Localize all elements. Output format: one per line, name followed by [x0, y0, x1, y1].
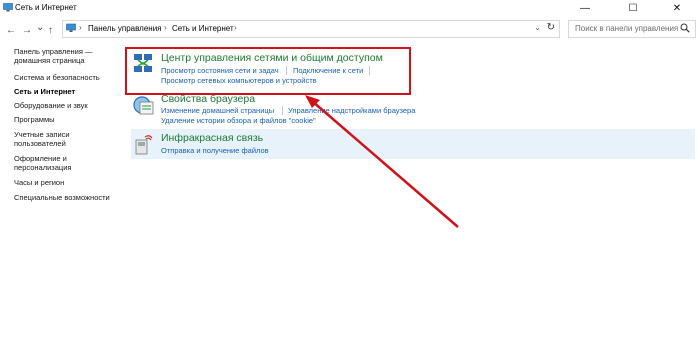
annotation-arrow: [305, 95, 459, 228]
